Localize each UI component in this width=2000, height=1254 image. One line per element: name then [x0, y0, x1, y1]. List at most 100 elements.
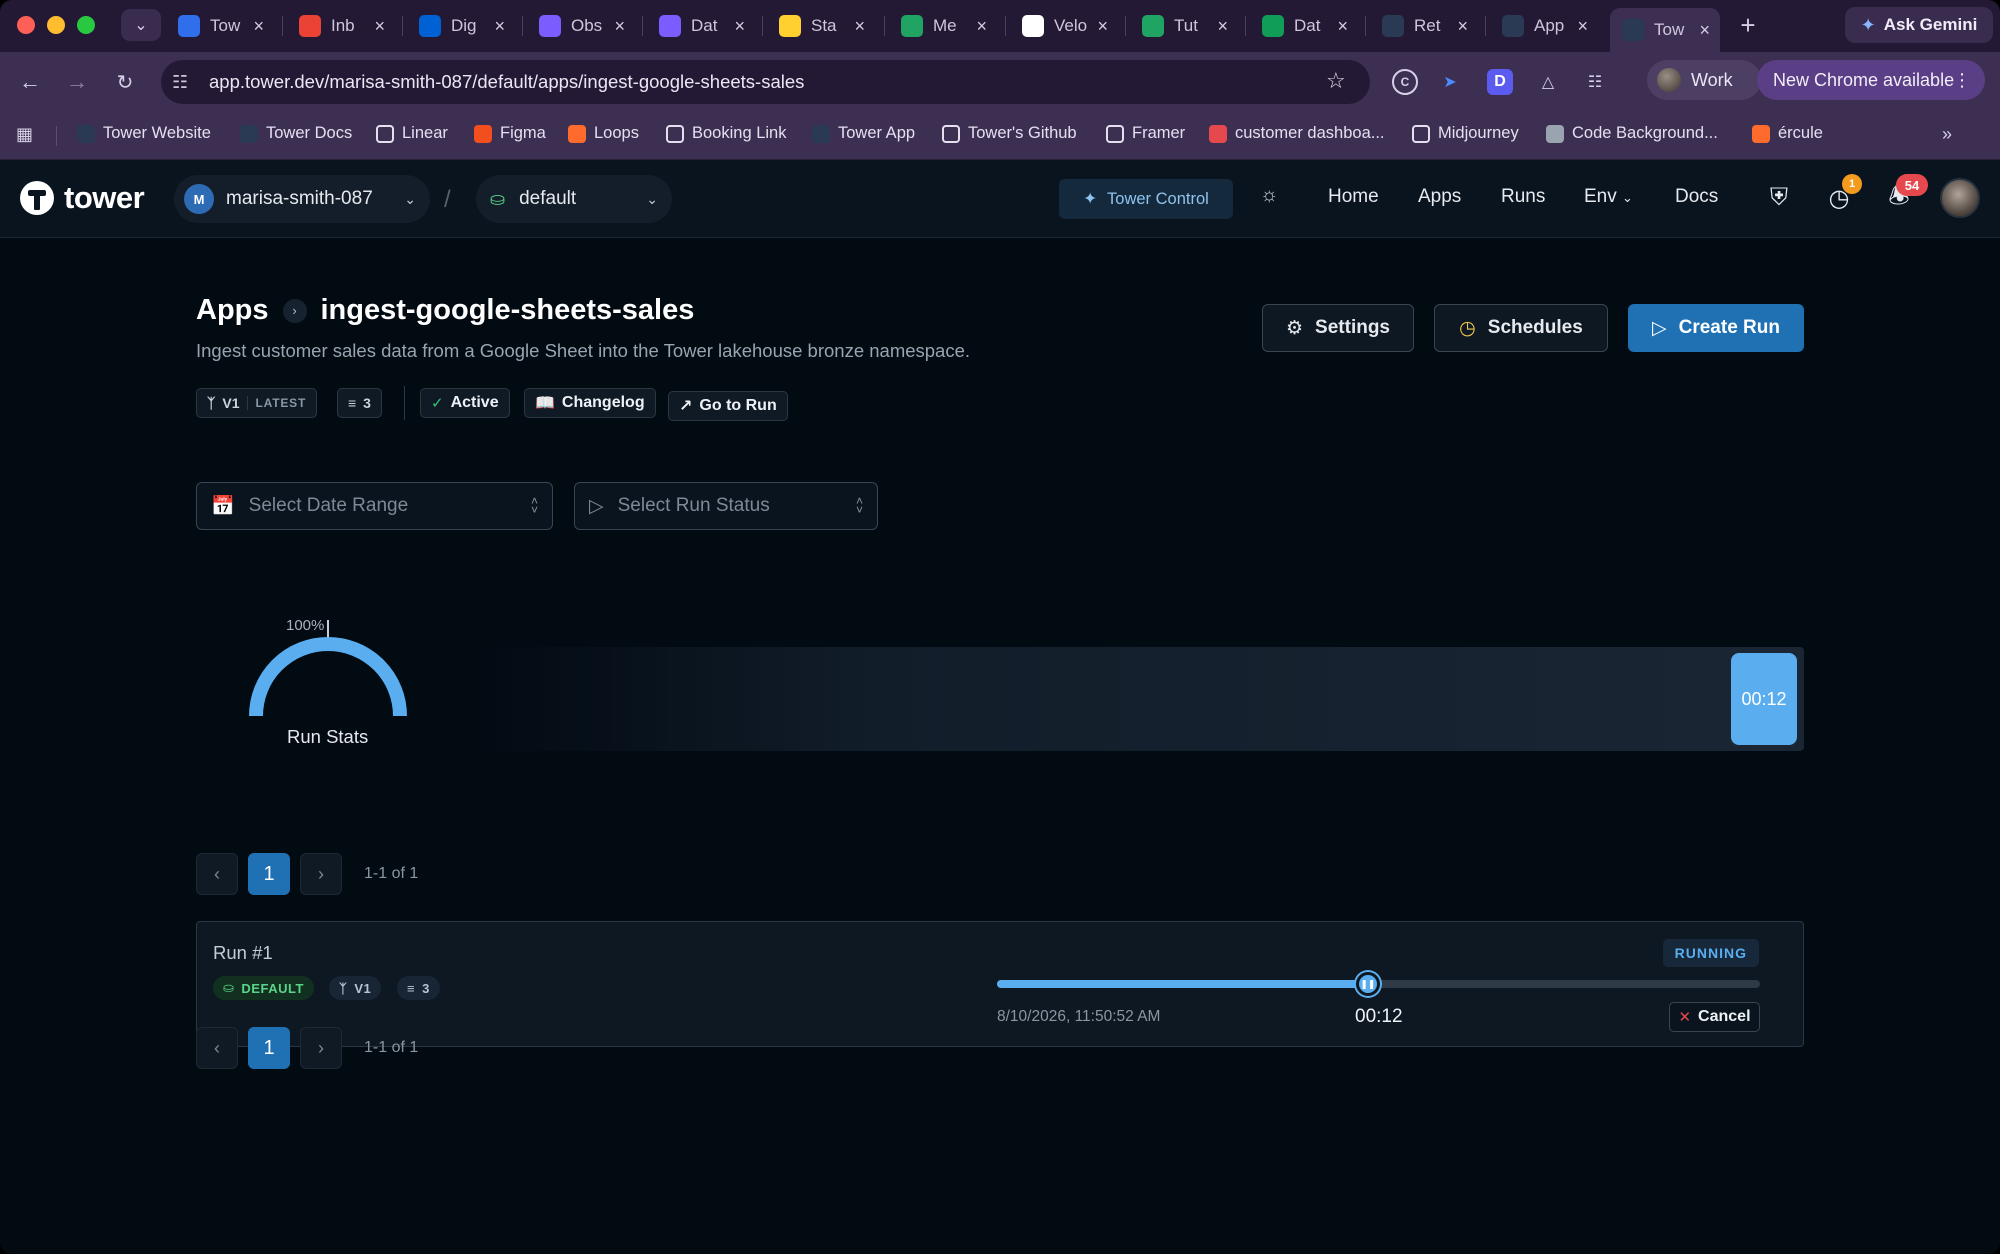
new-tab-button[interactable]: + [1733, 10, 1763, 40]
user-avatar[interactable] [1940, 178, 1980, 218]
maximize-window-button[interactable] [77, 16, 95, 34]
extensions-puzzle-icon[interactable]: ☷ [1582, 69, 1608, 95]
close-tab-icon[interactable]: × [1217, 16, 1228, 37]
ask-gemini-button[interactable]: ✦ Ask Gemini [1845, 7, 1993, 43]
run-card[interactable]: Run #1 ⛀ DEFAULT ᛉ V1 ≡ 3 RUNNING ❚❚ 8/1… [196, 921, 1804, 1047]
environment-switcher[interactable]: ⛀ default ⌄ [476, 175, 672, 223]
nav-apps[interactable]: Apps [1418, 186, 1461, 208]
browser-tab[interactable]: Obs × [527, 8, 635, 44]
reload-button[interactable]: ↻ [110, 67, 140, 97]
close-tab-icon[interactable]: × [1457, 16, 1468, 37]
more-menu-icon[interactable]: ⋮ [1953, 70, 1971, 91]
back-button[interactable]: ← [15, 67, 45, 97]
extension-icon[interactable]: C [1392, 69, 1418, 95]
settings-button[interactable]: ⚙ Settings [1262, 304, 1414, 352]
close-tab-icon[interactable]: × [1097, 16, 1108, 37]
browser-tab[interactable]: Ret × [1370, 8, 1478, 44]
bookmark-item[interactable]: customer dashboa... [1209, 124, 1385, 143]
browser-tab[interactable]: Dat × [1250, 8, 1358, 44]
nav-docs[interactable]: Docs [1675, 186, 1718, 208]
browser-tab[interactable]: Sta × [767, 8, 875, 44]
cancel-run-button[interactable]: ✕ Cancel [1669, 1002, 1760, 1032]
close-tab-icon[interactable]: × [614, 16, 625, 37]
forward-button[interactable]: → [62, 67, 92, 97]
nav-runs[interactable]: Runs [1501, 186, 1545, 208]
tab-search-button[interactable]: ⌄ [121, 9, 161, 41]
bookmark-item[interactable]: Tower Website [77, 124, 211, 143]
close-tab-icon[interactable]: × [1577, 16, 1588, 37]
bookmark-item[interactable]: ércule [1752, 124, 1823, 143]
bookmark-item[interactable]: Tower App [812, 124, 915, 143]
theme-toggle-sun-icon[interactable]: ☼ [1260, 184, 1278, 207]
browser-tab[interactable]: Tut × [1130, 8, 1238, 44]
cal-icon [666, 124, 684, 143]
close-tab-icon[interactable]: × [854, 16, 865, 37]
nav-env[interactable]: Env ⌄ [1584, 186, 1633, 208]
close-tab-icon[interactable]: × [494, 16, 505, 37]
minimize-window-button[interactable] [47, 16, 65, 34]
changelog-button[interactable]: 📖 Changelog [524, 388, 656, 418]
close-tab-icon[interactable]: × [1699, 20, 1710, 41]
bookmark-label: Loops [594, 124, 639, 142]
create-run-label: Create Run [1678, 317, 1780, 338]
extension-d-icon[interactable]: D [1487, 69, 1513, 95]
more-bookmarks-icon[interactable]: » [1942, 124, 1952, 145]
schedules-button[interactable]: ◷ Schedules [1434, 304, 1608, 352]
create-run-button[interactable]: ▷ Create Run [1628, 304, 1804, 352]
bookmark-item[interactable]: Figma [474, 124, 546, 143]
chevron-left-icon: ‹ [214, 863, 220, 884]
browser-tab[interactable]: Dig × [407, 8, 515, 44]
bookmark-item[interactable]: Midjourney [1412, 124, 1519, 143]
shield-icon[interactable]: ⛨ [1761, 180, 1797, 216]
browser-tab[interactable]: Me × [889, 8, 997, 44]
browser-tab[interactable]: Inb × [287, 8, 395, 44]
profile-button[interactable]: Work [1647, 60, 1761, 100]
bookmark-item[interactable]: Framer [1106, 124, 1185, 143]
url-text[interactable]: app.tower.dev/marisa-smith-087/default/a… [209, 71, 804, 93]
close-tab-icon[interactable]: × [253, 16, 264, 37]
run-status-select[interactable]: ▷ Select Run Status ˄ ˅ [574, 482, 878, 530]
close-tab-icon[interactable]: × [1337, 16, 1348, 37]
org-switcher[interactable]: M marisa-smith-087 ⌄ [174, 175, 430, 223]
bookmark-item[interactable]: Linear [376, 124, 448, 143]
tab-divider [1125, 16, 1126, 36]
browser-tab[interactable]: Tow × [166, 8, 274, 44]
close-window-button[interactable] [17, 16, 35, 34]
close-tab-icon[interactable]: × [976, 16, 987, 37]
page-button-current[interactable]: 1 [248, 1027, 290, 1069]
tower-control-button[interactable]: ✦ Tower Control [1059, 179, 1233, 219]
go-to-run-button[interactable]: ↗ Go to Run [668, 391, 788, 421]
close-tab-icon[interactable]: × [374, 16, 385, 37]
chrome-update-button[interactable]: New Chrome available ⋮ [1757, 60, 1985, 100]
prev-page-button[interactable]: ‹ [196, 853, 238, 895]
next-page-button[interactable]: › [300, 853, 342, 895]
apps-grid-icon[interactable]: ▦ [16, 124, 33, 145]
breadcrumb-apps-link[interactable]: Apps [196, 294, 269, 327]
run-progress-handle[interactable]: ❚❚ [1355, 972, 1380, 996]
nav-home[interactable]: Home [1328, 186, 1379, 208]
tower-logo[interactable]: tower [20, 180, 145, 216]
page-button-current[interactable]: 1 [248, 853, 290, 895]
browser-tab[interactable]: Dat × [647, 8, 755, 44]
date-range-select[interactable]: 📅 Select Date Range ˄ ˅ [196, 482, 553, 530]
browser-tab[interactable]: App × [1490, 8, 1598, 44]
bookmark-item[interactable]: Booking Link [666, 124, 786, 143]
bookmark-item[interactable]: Tower Docs [240, 124, 352, 143]
tab-divider [1245, 16, 1246, 36]
close-tab-icon[interactable]: × [734, 16, 745, 37]
bookmark-star-icon[interactable]: ☆ [1326, 68, 1346, 94]
browser-tab[interactable]: Velo × [1010, 8, 1118, 44]
chevron-down-icon: ⌄ [404, 190, 416, 207]
next-page-button[interactable]: › [300, 1027, 342, 1069]
clock-badge: 1 [1842, 174, 1862, 194]
extension-arrow-icon[interactable]: ➤ [1437, 69, 1463, 95]
extension-drive-icon[interactable]: △ [1535, 69, 1561, 95]
bookmark-item[interactable]: Code Background... [1546, 124, 1718, 143]
site-settings-icon[interactable]: ☷ [172, 72, 188, 93]
browser-tab[interactable]: Tow × [1610, 8, 1720, 52]
prev-page-button[interactable]: ‹ [196, 1027, 238, 1069]
current-run-bar[interactable]: 00:12 [1731, 653, 1797, 745]
bookmark-item[interactable]: Loops [568, 124, 639, 143]
cancel-label: Cancel [1698, 1008, 1751, 1025]
bookmark-item[interactable]: Tower's Github [942, 124, 1077, 143]
